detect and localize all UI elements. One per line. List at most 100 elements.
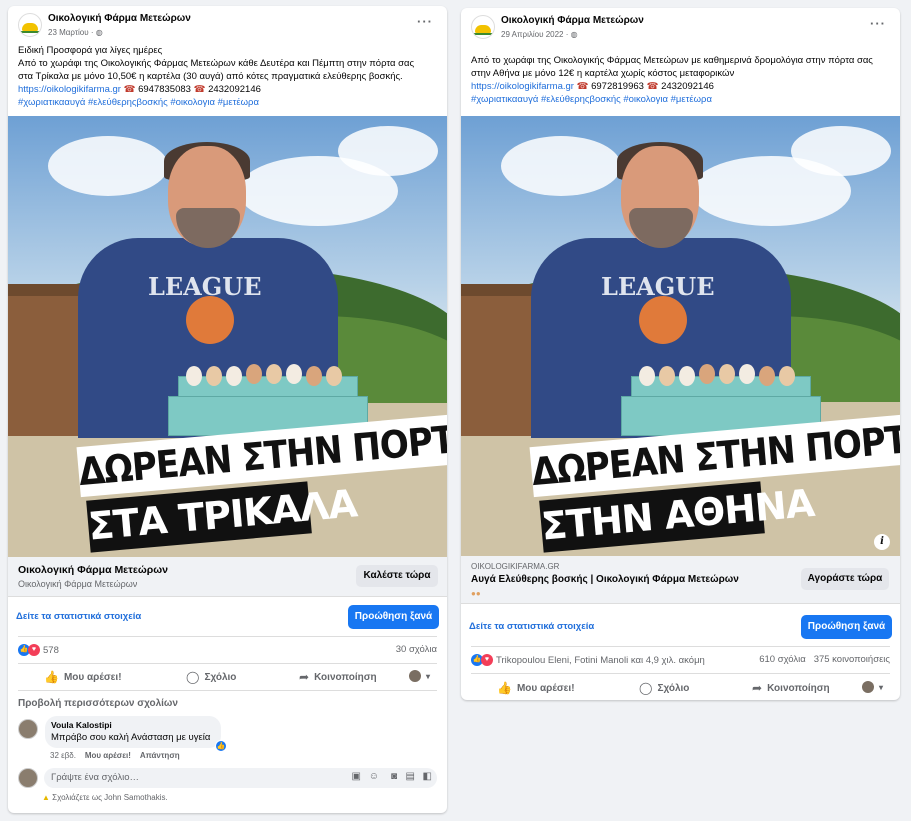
post-line: Από το χωράφι της Οικολογικής Φάρμας Μετ… [471, 55, 873, 66]
page-avatar[interactable] [471, 15, 495, 39]
post-photo[interactable]: LEAGUE ΔΩΡΕΑΝ ΣΤΗΝ ΠΟΡΤΑ ΣΑΣ ΣΤΑ ΤΡΙΚΑΛΑ [8, 116, 447, 557]
page-name[interactable]: Οικολογική Φάρμα Μετεώρων [501, 15, 644, 26]
comment-like-link[interactable]: Μου αρέσει! [85, 751, 131, 760]
commenter-name[interactable]: Voula Kalostipi [51, 720, 112, 730]
reactions-text: Trikopoulou Eleni, Fotini Manoli και 4,9… [496, 654, 705, 666]
boost-again-button[interactable]: Προώθηση ξανά [348, 605, 439, 629]
post-date[interactable]: 23 Μαρτίου · ◍ [48, 28, 103, 37]
comment-text: Μπράβο σου καλή Ανάσταση με υγεία [51, 732, 211, 743]
thumbs-up-icon: 👍 [497, 681, 512, 695]
post-text: Από το χωράφι της Οικολογικής Φάρμας Μετ… [461, 54, 900, 106]
share-label: Κοινοποίηση [767, 682, 830, 694]
website-link[interactable]: https://oikologikifarma.gr [18, 84, 121, 95]
post-athens: Οικολογική Φάρμα Μετεώρων 29 Απριλίου 20… [461, 8, 900, 700]
like-button[interactable]: 👍 Μου αρέσει! [44, 670, 122, 684]
more-options-icon[interactable]: ··· [870, 16, 886, 31]
engagement-counts: 610 σχόλια 375 κοινοποιήσεις [759, 654, 890, 665]
share-label: Κοινοποίηση [314, 671, 377, 683]
egg-emoji-icons: ●● [471, 589, 481, 598]
post-text: Ειδική Προσφορά για λίγες ημέρες Από το … [8, 44, 447, 109]
post-line: στα Τρίκαλα με μόνο 10,50€ η καρτέλα (30… [18, 71, 403, 82]
phone-number: 2432092146 [661, 81, 714, 92]
reaction-avatar-selector[interactable]: ▾ [409, 670, 430, 682]
comment-button[interactable]: ◯ Σχόλιο [639, 681, 689, 695]
sticker-icon[interactable]: ▣ [352, 771, 361, 782]
phone-icon: ☎ [646, 81, 659, 92]
view-more-comments[interactable]: Προβολή περισσότερων σχολίων [18, 698, 178, 709]
gif-icon[interactable]: ▤ [406, 771, 415, 782]
comment-bubble: Voula Kalostipi Μπράβο σου καλή Ανάσταση… [45, 716, 227, 752]
post-date-text[interactable]: 23 Μαρτίου · [48, 28, 96, 37]
more-options-icon[interactable]: ··· [417, 14, 433, 29]
view-insights-link[interactable]: Δείτε τα στατιστικά στοιχεία [469, 621, 594, 632]
link-title: Αυγά Ελεύθερης βοσκής | Οικολογική Φάρμα… [471, 574, 739, 585]
warning-icon: ▲ [42, 793, 50, 802]
comment-age[interactable]: 32 εβδ. [50, 751, 76, 760]
reactions-summary[interactable]: 👍 ♥ 578 [18, 644, 59, 656]
love-reaction-icon: ♥ [28, 644, 40, 656]
chevron-down-icon: ▾ [426, 671, 431, 681]
share-icon: ➦ [752, 681, 763, 695]
post-date-text[interactable]: 29 Απριλίου 2022 · [501, 30, 571, 39]
post-line: Ειδική Προσφορά για λίγες ημέρες [18, 45, 163, 56]
comments-count-text: 30 σχόλια [395, 644, 437, 655]
like-label: Μου αρέσει! [516, 682, 575, 694]
post-line: Από το χωράφι της Οικολογικής Φάρμας Μετ… [18, 58, 415, 69]
post-header: Οικολογική Φάρμα Μετεώρων 23 Μαρτίου · ◍… [8, 6, 447, 44]
hashtags[interactable]: #χωριατικααυγά #ελεύθερηςβοσκής #οικολογ… [18, 96, 437, 109]
phone-number: 2432092146 [208, 84, 261, 95]
reactions-summary[interactable]: 👍 ♥ Trikopoulou Eleni, Fotini Manoli και 4… [471, 654, 705, 666]
info-icon[interactable]: i [874, 534, 890, 550]
sticker-pack-icon[interactable]: ◧ [423, 771, 432, 782]
love-reaction-icon: ♥ [481, 654, 493, 666]
comment-button[interactable]: ◯ Σχόλιο [186, 670, 236, 684]
phone-icon: ☎ [193, 84, 206, 95]
post-line: στην Αθήνα με μόνο 12€ η καρτέλα χωρίς κ… [471, 68, 735, 79]
comment-label: Σχόλιο [204, 671, 237, 683]
commenter-avatar[interactable] [18, 719, 38, 739]
comment-composer[interactable]: Γράψτε ένα σχόλιο… ▣ ☺ ◙ ▤ ◧ [44, 768, 437, 788]
phone-icon: ☎ [576, 81, 589, 92]
emoji-icon[interactable]: ☺ [369, 771, 379, 782]
hashtags[interactable]: #χωριατικααυγά #ελεύθερηςβοσκής #οικολογ… [471, 93, 890, 106]
cta-subtitle: Οικολογική Φάρμα Μετεώρων [18, 579, 138, 589]
like-button[interactable]: 👍 Μου αρέσει! [497, 681, 575, 695]
commenting-as-text: Σχολιάζετε ως John Samothakis. [52, 793, 168, 802]
share-button[interactable]: ➦ Κοινοποίηση [299, 670, 377, 684]
shop-now-button[interactable]: Αγοράστε τώρα [801, 568, 889, 590]
page-avatar[interactable] [18, 13, 42, 37]
link-preview-bar[interactable]: OIKOLOGIKIFARMA.GR Αυγά Ελεύθερης βοσκής… [461, 556, 900, 604]
share-button[interactable]: ➦ Κοινοποίηση [752, 681, 830, 695]
post-photo[interactable]: LEAGUE ΔΩΡΕΑΝ ΣΤΗΝ ΠΟΡΤΑ ΣΑΣ ΣΤΗΝ ΑΘΗΝΑ … [461, 116, 900, 556]
comment-icon: ◯ [639, 681, 653, 695]
post-date[interactable]: 29 Απριλίου 2022 · ◍ [501, 30, 578, 39]
globe-icon: ◍ [570, 30, 578, 39]
comments-count[interactable]: 30 σχόλια [396, 644, 437, 655]
comment-reply-link[interactable]: Απάντηση [140, 751, 180, 760]
phone-number: 6972819963 [591, 81, 644, 92]
page-name[interactable]: Οικολογική Φάρμα Μετεώρων [48, 13, 191, 24]
comment-input-placeholder: Γράψτε ένα σχόλιο… [51, 772, 139, 783]
profile-avatar-icon [862, 681, 874, 693]
link-domain: OIKOLOGIKIFARMA.GR [471, 562, 560, 571]
view-insights-link[interactable]: Δείτε τα στατιστικά στοιχεία [16, 611, 141, 622]
comment-meta: 32 εβδ. Μου αρέσει! Απάντηση [50, 751, 180, 760]
website-link[interactable]: https://oikologikifarma.gr [471, 81, 574, 92]
call-now-button[interactable]: Καλέστε τώρα [356, 565, 438, 587]
my-avatar[interactable] [18, 768, 38, 788]
commenting-as-note: ▲ Σχολιάζετε ως John Samothakis. [42, 793, 168, 802]
comments-count[interactable]: 610 σχόλια [759, 654, 806, 665]
call-to-action-bar: Οικολογική Φάρμα Μετεώρων Οικολογική Φάρ… [8, 557, 447, 597]
like-label: Μου αρέσει! [63, 671, 122, 683]
comment-like-badge-icon: 👍 [215, 740, 227, 752]
reactions-count: 578 [43, 644, 59, 656]
share-icon: ➦ [299, 670, 310, 684]
boost-again-button[interactable]: Προώθηση ξανά [801, 615, 892, 639]
camera-icon[interactable]: ◙ [391, 771, 397, 782]
comment-icon: ◯ [186, 670, 200, 684]
shares-count[interactable]: 375 κοινοποιήσεις [814, 654, 890, 665]
phone-number: 6947835083 [138, 84, 191, 95]
thumbs-up-icon: 👍 [44, 670, 59, 684]
reaction-avatar-selector[interactable]: ▾ [862, 681, 883, 693]
phone-icon: ☎ [123, 84, 136, 95]
